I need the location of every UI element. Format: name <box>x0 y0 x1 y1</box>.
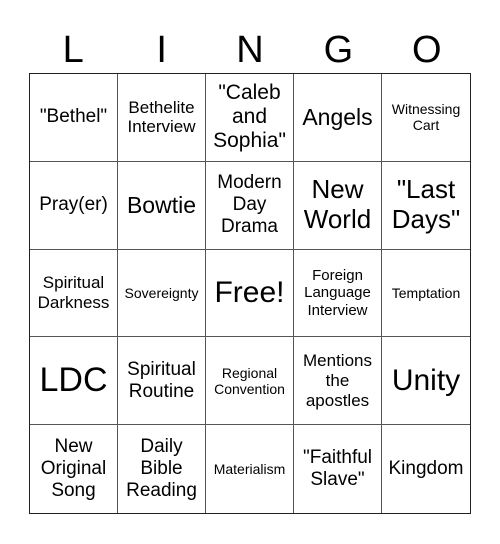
bingo-cell[interactable]: "Last Days" <box>382 162 470 250</box>
bingo-cell[interactable]: Unity <box>382 337 470 426</box>
bingo-cell[interactable]: Modern Day Drama <box>206 161 294 250</box>
bingo-cell[interactable]: Temptation <box>382 250 470 338</box>
bingo-cell[interactable]: "Caleb and Sophia" <box>206 74 294 162</box>
bingo-cell[interactable]: Regional Convention <box>206 337 294 426</box>
header-letter-i: I <box>156 29 167 71</box>
bingo-cell[interactable]: Foreign Language Interview <box>294 249 382 338</box>
bingo-cell[interactable]: "Bethel" <box>30 74 118 162</box>
bingo-cell[interactable]: New Original Song <box>30 425 118 513</box>
bingo-cell[interactable]: Bethelite Interview <box>118 74 206 162</box>
bingo-cell[interactable]: Daily Bible Reading <box>118 425 206 513</box>
bingo-cell[interactable]: LDC <box>30 337 118 426</box>
bingo-header: L I N G O <box>29 28 471 72</box>
header-letter-g: G <box>323 29 354 71</box>
bingo-cell[interactable]: New World <box>294 161 382 250</box>
header-letter-o: O <box>412 29 442 71</box>
bingo-cell[interactable]: Witnessing Cart <box>382 74 470 162</box>
bingo-cell[interactable]: Bowtie <box>118 161 206 250</box>
bingo-cell[interactable]: Mentions the apostles <box>294 337 382 426</box>
bingo-cell[interactable]: Angels <box>294 74 382 162</box>
bingo-cell[interactable]: Materialism <box>206 425 294 513</box>
bingo-cell[interactable]: "Faithful Slave" <box>294 425 382 513</box>
bingo-cell[interactable]: Spiritual Darkness <box>30 249 118 338</box>
bingo-cell[interactable]: Sovereignty <box>118 249 206 338</box>
bingo-cell[interactable]: Pray(er) <box>30 161 118 250</box>
bingo-cell[interactable]: Kingdom <box>382 425 470 513</box>
bingo-board: "Bethel" Bethelite Interview "Caleb and … <box>29 73 471 514</box>
bingo-cell[interactable]: Spiritual Routine <box>118 337 206 426</box>
header-letter-n: N <box>236 29 264 71</box>
header-letter-l: L <box>62 29 84 71</box>
free-space[interactable]: Free! <box>206 249 294 338</box>
